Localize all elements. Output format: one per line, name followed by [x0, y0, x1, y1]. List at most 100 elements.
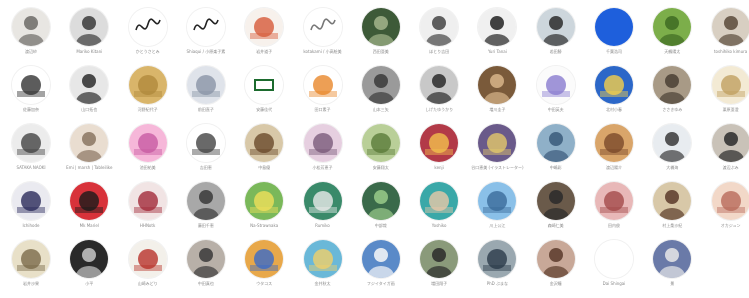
- member-item[interactable]: 天鶴陽太: [643, 8, 701, 66]
- member-name[interactable]: 金井秋太: [292, 281, 354, 286]
- avatar[interactable]: [70, 8, 109, 46]
- member-item[interactable]: 中部哉: [352, 182, 410, 240]
- member-name[interactable]: Rumiko: [292, 223, 354, 228]
- member-name[interactable]: 川上公江: [466, 223, 528, 228]
- member-name[interactable]: Mariko Kitani: [58, 49, 120, 54]
- avatar[interactable]: [653, 240, 692, 278]
- member-name[interactable]: 谷口恵美 (イラストレーター): [466, 165, 528, 170]
- member-name[interactable]: 山本三矢: [350, 107, 412, 112]
- avatar[interactable]: [12, 182, 50, 220]
- member-name[interactable]: オカジュン: [700, 223, 749, 228]
- member-item[interactable]: 渡辺紗: [2, 8, 60, 66]
- member-name[interactable]: 佐藤加奈: [0, 107, 62, 112]
- member-item[interactable]: 田内俊: [585, 182, 643, 240]
- avatar[interactable]: [361, 124, 400, 162]
- member-name[interactable]: 村上桑沙紀: [641, 223, 703, 228]
- member-name[interactable]: 岩井沙果: [0, 281, 62, 286]
- member-name[interactable]: 山口拓也: [58, 107, 120, 112]
- member-item[interactable]: 栗原亜澄: [702, 66, 749, 124]
- member-name[interactable]: 小松芳恵子: [292, 165, 354, 170]
- member-name[interactable]: 山崎みどり: [117, 281, 179, 286]
- avatar[interactable]: [595, 182, 633, 220]
- member-item[interactable]: 景: [643, 240, 701, 298]
- member-item[interactable]: 川上公江: [468, 182, 526, 240]
- avatar[interactable]: [420, 240, 459, 278]
- member-item[interactable]: 金井秋太: [294, 240, 352, 298]
- avatar[interactable]: [128, 240, 167, 278]
- member-item[interactable]: HHNotk: [119, 182, 177, 240]
- member-name[interactable]: 増川圭子: [466, 107, 528, 112]
- avatar[interactable]: [361, 66, 400, 104]
- member-item[interactable]: 森崎仁美: [527, 182, 585, 240]
- member-item[interactable]: Ichihode: [2, 182, 60, 240]
- member-name[interactable]: 小平: [58, 281, 120, 286]
- member-name[interactable]: 中嶋彩: [525, 165, 587, 170]
- member-name[interactable]: 吉田恵: [175, 165, 237, 170]
- avatar[interactable]: [245, 182, 284, 220]
- member-name[interactable]: 金沢瞳: [525, 281, 587, 286]
- avatar[interactable]: [536, 124, 575, 162]
- member-name[interactable]: 池田祐美: [117, 165, 179, 170]
- avatar[interactable]: [303, 182, 342, 220]
- member-name[interactable]: フジイタイガ画: [350, 281, 412, 286]
- member-name[interactable]: 増田翔子: [408, 281, 470, 286]
- avatar[interactable]: [420, 124, 459, 162]
- avatar[interactable]: [361, 8, 400, 46]
- member-item[interactable]: Yuri Tanai: [468, 8, 526, 66]
- member-item[interactable]: 河野紀代子: [119, 66, 177, 124]
- avatar[interactable]: [128, 182, 167, 220]
- avatar[interactable]: [653, 8, 692, 46]
- member-item[interactable]: 中嶋彩: [527, 124, 585, 182]
- member-item[interactable]: 中島優: [235, 124, 293, 182]
- member-item[interactable]: Shiaqui / 小原楽子素: [177, 8, 235, 66]
- member-name[interactable]: Emi | marsh | Tableilike: [58, 165, 120, 170]
- avatar[interactable]: [186, 240, 225, 278]
- avatar[interactable]: [128, 8, 167, 46]
- avatar[interactable]: [536, 66, 575, 104]
- avatar[interactable]: [595, 240, 633, 278]
- member-item[interactable]: 安藤佳代: [235, 66, 293, 124]
- member-item[interactable]: Emi | marsh | Tableilike: [60, 124, 118, 182]
- member-item[interactable]: フジイタイガ画: [352, 240, 410, 298]
- member-name[interactable]: Ichihode: [0, 223, 62, 228]
- avatar[interactable]: [420, 8, 459, 46]
- avatar[interactable]: [653, 182, 692, 220]
- member-item[interactable]: 前田直子: [177, 66, 235, 124]
- avatar[interactable]: [245, 66, 284, 104]
- avatar[interactable]: [653, 66, 692, 104]
- member-item[interactable]: 谷口恵美 (イラストレーター): [468, 124, 526, 182]
- member-item[interactable]: ウタコス: [235, 240, 293, 298]
- member-name[interactable]: 景: [641, 281, 703, 286]
- member-name[interactable]: 渡辺陽介: [583, 165, 645, 170]
- member-name[interactable]: 田口素子: [292, 107, 354, 112]
- member-item[interactable]: しげたゆうかり: [410, 66, 468, 124]
- member-item[interactable]: オカジュン: [702, 182, 749, 240]
- member-item[interactable]: 藤田千恵: [177, 182, 235, 240]
- member-item[interactable]: Mariko Kitani: [60, 8, 118, 66]
- member-item[interactable]: Rumiko: [294, 182, 352, 240]
- member-item[interactable]: Na-Strawnaka: [235, 182, 293, 240]
- member-item[interactable]: 中田英夫: [527, 66, 585, 124]
- member-name[interactable]: 安藤翔太: [350, 165, 412, 170]
- member-item[interactable]: 千葉浩司: [585, 8, 643, 66]
- avatar[interactable]: [478, 66, 517, 104]
- member-item[interactable]: Yoshiko: [410, 182, 468, 240]
- member-name[interactable]: かとうさとみ: [117, 49, 179, 54]
- member-name[interactable]: 大橋海: [641, 165, 703, 170]
- member-item[interactable]: 北村小春: [585, 66, 643, 124]
- member-item[interactable]: toshihiko kimura: [702, 8, 749, 66]
- member-item[interactable]: 渡辺ぶみ: [702, 124, 749, 182]
- member-item[interactable]: 小平: [60, 240, 118, 298]
- member-name[interactable]: 渡辺ぶみ: [700, 165, 749, 170]
- member-name[interactable]: 岩井道子: [233, 49, 295, 54]
- member-name[interactable]: 中島優: [233, 165, 295, 170]
- avatar[interactable]: [303, 8, 342, 46]
- avatar[interactable]: [711, 8, 749, 46]
- member-name[interactable]: Yoshiko: [408, 223, 470, 228]
- member-name[interactable]: ほとり吉田: [408, 49, 470, 54]
- avatar[interactable]: [478, 182, 517, 220]
- member-item[interactable]: 渡辺陽介: [585, 124, 643, 182]
- member-name[interactable]: 森崎仁美: [525, 223, 587, 228]
- member-item[interactable]: PhD ぶまな: [468, 240, 526, 298]
- member-name[interactable]: 藤田千恵: [175, 223, 237, 228]
